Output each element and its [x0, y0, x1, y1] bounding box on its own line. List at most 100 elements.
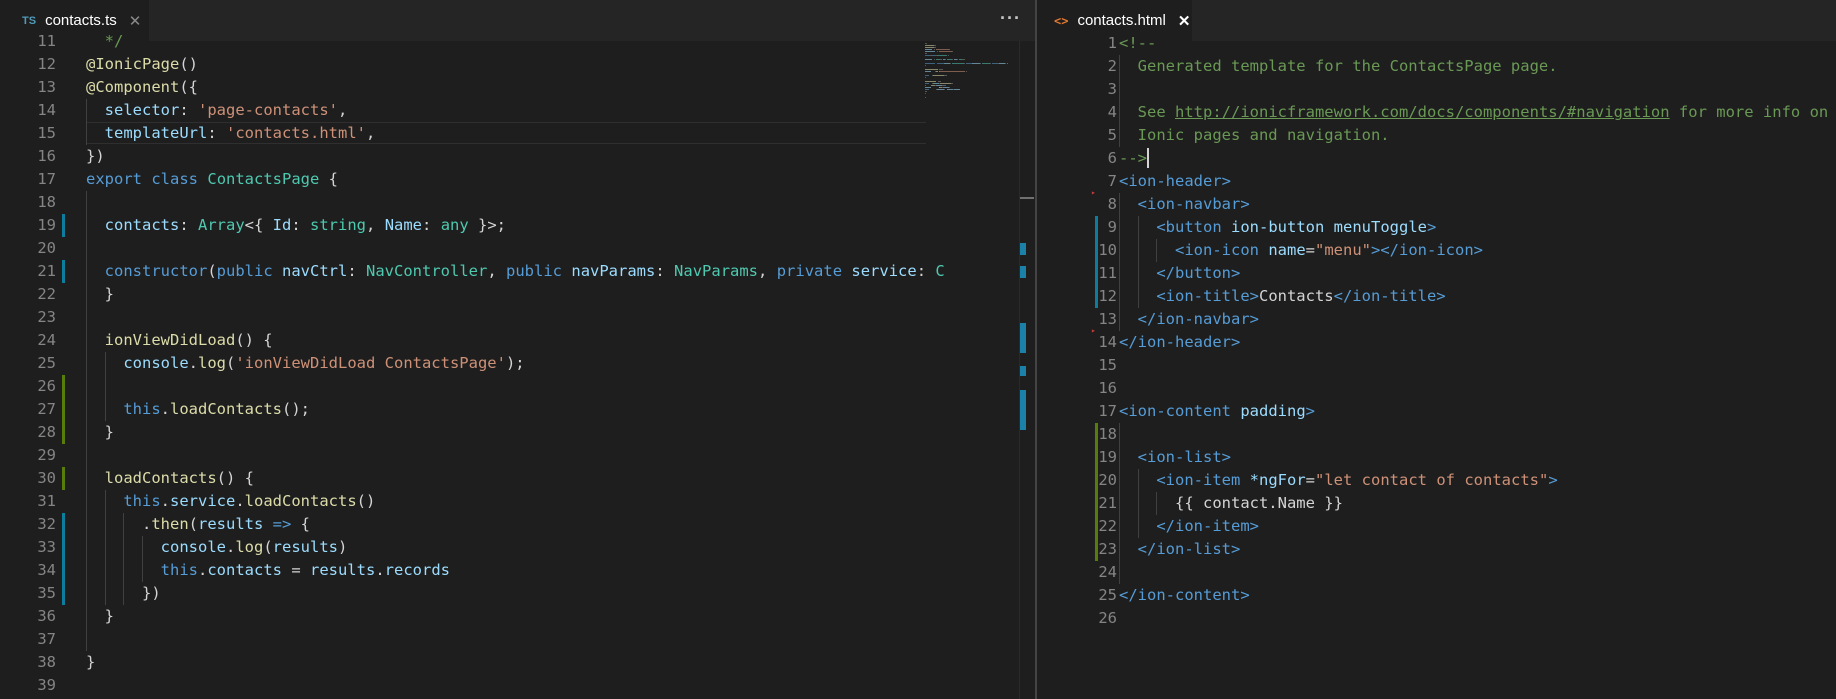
code-line[interactable]: 19 <ion-list>: [1037, 446, 1836, 469]
code-line[interactable]: 16}): [0, 145, 1035, 168]
code-line[interactable]: 18: [0, 191, 1035, 214]
code-token: >: [1427, 218, 1437, 236]
code-line[interactable]: 26: [1037, 607, 1836, 630]
more-actions-icon[interactable]: ···: [1000, 8, 1021, 29]
code-token: ): [338, 538, 348, 556]
code-line[interactable]: 25 console.log('ionViewDidLoad ContactsP…: [0, 352, 1035, 375]
minimap[interactable]: [925, 41, 1019, 121]
minimap-line: [925, 89, 929, 90]
code-line[interactable]: 6 -->: [1037, 147, 1836, 170]
code-line[interactable]: 14 </ion-header>: [1037, 331, 1836, 354]
code-token: ion-button: [1231, 218, 1325, 236]
code-line[interactable]: 26: [0, 375, 1035, 398]
code-line[interactable]: 20 <ion-item *ngFor="let contact of cont…: [1037, 469, 1836, 492]
code-token: NavParams: [674, 262, 759, 280]
minimap-line: [925, 97, 926, 98]
code-line[interactable]: 11 */: [0, 30, 1035, 53]
code-line[interactable]: 17 <ion-content padding>: [1037, 400, 1836, 423]
code-line[interactable]: 37: [0, 628, 1035, 651]
code-text: .then(results => {: [86, 513, 310, 536]
code-line[interactable]: 16: [1037, 377, 1836, 400]
code-line[interactable]: 2 Generated template for the ContactsPag…: [1037, 55, 1836, 78]
minimap-line: [947, 55, 949, 56]
line-number: 26: [1098, 609, 1117, 627]
line-number: 17: [1098, 402, 1117, 420]
code-line[interactable]: 22 </ion-item>: [1037, 515, 1836, 538]
close-icon[interactable]: ✕: [1178, 12, 1191, 30]
code-line[interactable]: 14 selector: 'page-contacts',: [0, 99, 1035, 122]
modified-lines-marker[interactable]: [62, 513, 65, 605]
code-line[interactable]: 23 </ion-list>: [1037, 538, 1836, 561]
close-icon[interactable]: ✕: [129, 12, 142, 30]
line-number: 39: [37, 676, 56, 694]
code-line[interactable]: 13 @Component({: [0, 76, 1035, 99]
code-editor-contacts-html[interactable]: 1 <!-- 2 Generated template for the Contac…: [1037, 34, 1836, 699]
overview-ruler-mark: [1020, 243, 1026, 255]
code-editor-contacts-ts[interactable]: 11 */12 @IonicPage() 13 @Component({14 sele…: [0, 32, 1035, 699]
code-line[interactable]: 5 Ionic pages and navigation.: [1037, 124, 1836, 147]
code-token: {: [291, 515, 311, 533]
code-line[interactable]: 30 loadContacts() {: [0, 467, 1035, 490]
line-number: 15: [37, 124, 56, 142]
code-line[interactable]: 18: [1037, 423, 1836, 446]
code-line[interactable]: 39: [0, 674, 1035, 697]
line-number: 15: [1098, 356, 1117, 374]
code-text: <ion-list>: [1119, 446, 1231, 469]
code-line[interactable]: 24: [1037, 561, 1836, 584]
code-line[interactable]: 3: [1037, 78, 1836, 101]
text-cursor: [1146, 148, 1149, 168]
code-token: {{ contact.Name }}: [1119, 494, 1343, 512]
code-line[interactable]: 27 this.loadContacts();: [0, 398, 1035, 421]
code-token: records: [384, 561, 450, 579]
code-line[interactable]: 22 }: [0, 283, 1035, 306]
code-line[interactable]: 13 </ion-navbar>: [1037, 308, 1836, 331]
code-text: <button ion-button menuToggle>: [1119, 216, 1436, 239]
code-token: =: [1305, 471, 1316, 489]
code-token: ,: [487, 262, 507, 280]
code-line[interactable]: 7 <ion-header>: [1037, 170, 1836, 193]
line-number: 16: [1098, 379, 1117, 397]
modified-lines-marker[interactable]: [1095, 216, 1098, 308]
code-line[interactable]: 21 constructor(public navCtrl: NavContro…: [0, 260, 1035, 283]
code-token: 'page-contacts': [198, 101, 338, 119]
code-line[interactable]: 15: [1037, 354, 1836, 377]
code-line[interactable]: 17 export class ContactsPage {: [0, 168, 1035, 191]
modified-lines-marker[interactable]: [62, 260, 65, 283]
code-line[interactable]: 23: [0, 306, 1035, 329]
code-line[interactable]: 1 <!--: [1037, 32, 1836, 55]
code-token: }>;: [468, 216, 507, 234]
code-line[interactable]: 35 }): [0, 582, 1035, 605]
code-line[interactable]: 24 ionViewDidLoad() {: [0, 329, 1035, 352]
code-line[interactable]: 38}: [0, 651, 1035, 674]
added-lines-marker[interactable]: [62, 467, 65, 490]
code-line[interactable]: 19 contacts: Array<{ Id: string, Name: a…: [0, 214, 1035, 237]
code-text: loadContacts() {: [86, 467, 254, 490]
code-line[interactable]: 4 See http://ionicframework.com/docs/com…: [1037, 101, 1836, 124]
code-line[interactable]: 20: [0, 237, 1035, 260]
code-line[interactable]: 12 @IonicPage(): [0, 53, 1035, 76]
indent-guide: [104, 352, 106, 421]
minimap-line: [925, 85, 926, 86]
code-line[interactable]: 34 this.contacts = results.records: [0, 559, 1035, 582]
code-text: See http://ionicframework.com/docs/compo…: [1119, 101, 1829, 124]
added-lines-marker[interactable]: [62, 375, 65, 444]
code-line[interactable]: 28 }: [0, 421, 1035, 444]
code-line[interactable]: 29: [0, 444, 1035, 467]
code-line[interactable]: 8 <ion-navbar>: [1037, 193, 1836, 216]
code-line[interactable]: 25 </ion-content>: [1037, 584, 1836, 607]
minimap-line: [925, 65, 926, 66]
code-line[interactable]: 9 <button ion-button menuToggle>: [1037, 216, 1836, 239]
added-lines-marker[interactable]: [1095, 423, 1098, 561]
code-line[interactable]: 33 console.log(results): [0, 536, 1035, 559]
minimap-line: [935, 49, 950, 50]
code-token: loadContacts: [244, 492, 357, 510]
code-line[interactable]: 12 <ion-title>Contacts</ion-title>: [1037, 285, 1836, 308]
code-line[interactable]: 31 this.service.loadContacts(): [0, 490, 1035, 513]
code-line[interactable]: 36 }: [0, 605, 1035, 628]
modified-lines-marker[interactable]: [62, 214, 65, 237]
indent-guide: [1156, 239, 1158, 262]
code-line[interactable]: 11 </button>: [1037, 262, 1836, 285]
code-line[interactable]: 32 .then(results => {: [0, 513, 1035, 536]
